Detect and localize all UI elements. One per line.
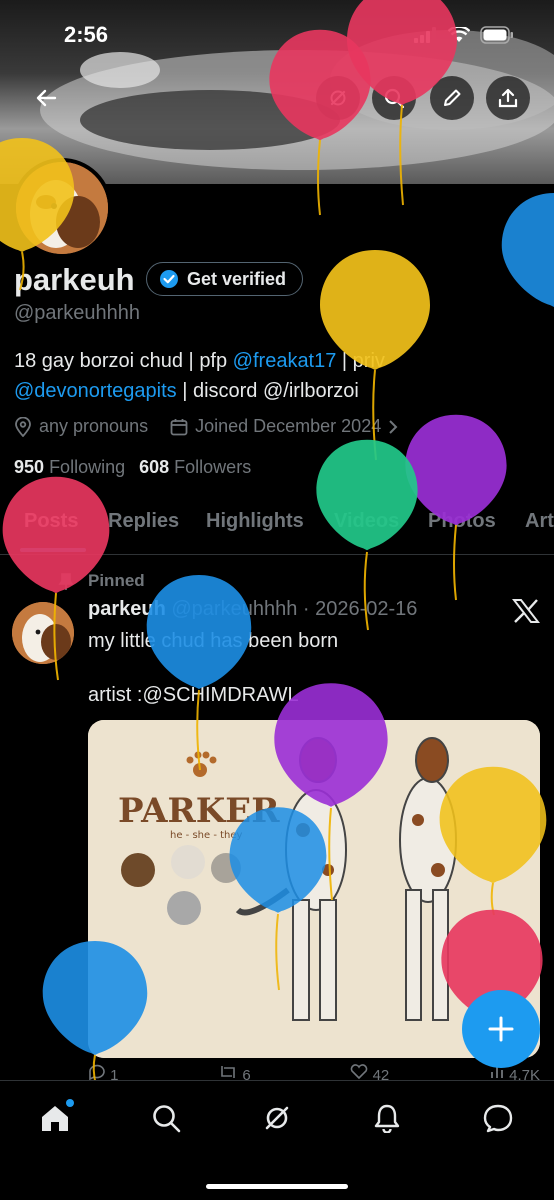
follow-stats: 950 Following 608 Followers	[14, 457, 251, 478]
chevron-right-icon[interactable]	[388, 419, 398, 435]
cellular-signal-icon	[414, 27, 436, 43]
back-arrow-icon	[36, 89, 57, 107]
following-label: Following	[49, 457, 126, 477]
nav-home[interactable]	[38, 1099, 74, 1135]
pin-icon	[58, 573, 74, 590]
share-icon	[498, 88, 518, 108]
bio-line-2: @devonortegapits | discord @/irlborzoi	[14, 376, 534, 406]
profile-meta: any pronouns Joined December 2024	[14, 416, 398, 437]
edit-icon	[444, 89, 461, 106]
home-icon	[42, 1106, 68, 1131]
status-icons	[414, 26, 514, 44]
tab-highlights[interactable]: Highlights	[206, 510, 304, 533]
joined-item: Joined December 2024	[170, 416, 398, 437]
grok-icon	[265, 1106, 289, 1130]
bio-text-1: 18 gay borzoi chud | pfp	[14, 350, 233, 372]
profile-avatar[interactable]	[12, 158, 112, 258]
home-notification-dot	[66, 1099, 74, 1107]
display-name: parkeuh	[14, 262, 135, 297]
compose-button[interactable]	[462, 990, 540, 1068]
reply-icon	[89, 1064, 105, 1081]
post-text: my little chud has been born artist :@SC…	[88, 630, 339, 706]
bio-mention-devonortegapits[interactable]: @devonortegapits	[14, 380, 177, 402]
wifi-icon	[448, 27, 470, 42]
post-author-avatar[interactable]	[12, 602, 74, 664]
bio-mention-freakat17[interactable]: @freakat17	[233, 350, 337, 372]
grok-icon	[330, 90, 346, 106]
messages-icon	[483, 1104, 513, 1133]
compose-plus-icon	[488, 1016, 514, 1042]
verified-badge-icon	[160, 270, 178, 288]
pronouns-text: any pronouns	[39, 416, 149, 436]
share-button[interactable]	[486, 76, 530, 120]
pinned-label: Pinned	[88, 571, 145, 590]
bio-text-3: | discord @/irlborzoi	[176, 380, 359, 402]
profile-bio: 18 gay borzoi chud | pfp @freakat17 | pr…	[14, 346, 534, 406]
repost-icon	[221, 1066, 236, 1078]
tab-active-indicator	[20, 548, 86, 552]
tab-posts[interactable]: Posts	[24, 510, 78, 533]
balloon-blue-right	[501, 193, 554, 307]
get-verified-button[interactable]: Get verified	[146, 262, 304, 296]
location-icon	[15, 416, 31, 437]
notifications-icon	[374, 1104, 400, 1133]
nav-messages[interactable]	[481, 1101, 515, 1135]
joined-text: Joined December 2024	[195, 416, 382, 436]
avatar-image	[16, 162, 108, 254]
nav-search[interactable]	[149, 1101, 183, 1135]
home-indicator	[206, 1184, 348, 1189]
get-verified-label: Get verified	[187, 268, 287, 289]
post-avatar-image	[12, 602, 74, 664]
bottom-navigation	[0, 1080, 554, 1200]
bio-text-2: | priv	[336, 350, 385, 372]
search-icon	[384, 88, 405, 109]
like-icon	[351, 1064, 368, 1080]
edit-profile-button[interactable]	[430, 76, 474, 120]
following-link[interactable]: 950 Following	[14, 457, 125, 478]
profile-handle: @parkeuhhhh	[14, 302, 140, 324]
battery-icon	[480, 26, 513, 44]
art-title: PARKER	[118, 791, 280, 831]
x-logo-icon	[512, 599, 540, 623]
calendar-icon	[170, 418, 188, 435]
grok-button[interactable]	[316, 76, 360, 120]
followers-label: Followers	[174, 457, 252, 477]
status-time: 2:56	[64, 22, 109, 47]
followers-link[interactable]: 608 Followers	[139, 457, 251, 478]
back-button[interactable]	[24, 76, 68, 120]
post-handle-date: @parkeuhhhh · 2026-02-16	[171, 598, 418, 620]
tab-art[interactable]: Art	[525, 510, 554, 533]
post-header: parkeuh @parkeuhhhh · 2026-02-16	[88, 598, 417, 621]
post-author-name[interactable]: parkeuh	[88, 598, 166, 620]
pronouns-item: any pronouns	[14, 416, 148, 437]
search-icon	[153, 1105, 181, 1133]
tab-photos[interactable]: Photos	[428, 510, 496, 533]
tab-videos[interactable]: Videos	[334, 510, 399, 533]
search-button[interactable]	[372, 76, 416, 120]
nav-notifications[interactable]	[370, 1101, 404, 1135]
tab-replies[interactable]: Replies	[108, 510, 179, 533]
art-subtitle: he - she - they	[170, 830, 243, 841]
profile-tabs: Posts Replies Highlights Videos Photos A…	[0, 498, 554, 555]
bio-line-1: 18 gay borzoi chud | pfp @freakat17 | pr…	[14, 346, 534, 376]
nav-grok[interactable]	[260, 1101, 294, 1135]
followers-count: 608	[139, 457, 170, 477]
following-count: 950	[14, 457, 45, 477]
